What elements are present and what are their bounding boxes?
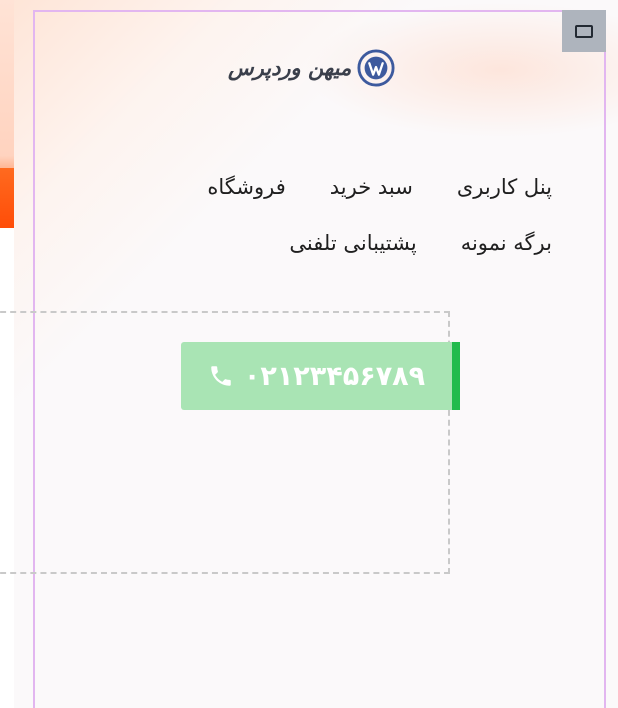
side-accent-bar (0, 168, 14, 228)
logo-wordmark: میهن وردپرس (228, 56, 352, 80)
page-canvas: میهن وردپرس پنل کاربری سبد خرید فروشگاه … (0, 0, 618, 708)
nav-item-sample-page[interactable]: برگه نمونه (461, 224, 552, 262)
nav-item-shop[interactable]: فروشگاه (207, 168, 285, 206)
phone-icon (211, 366, 231, 386)
nav-item-phone-support[interactable]: پشتیبانی تلفنی (289, 224, 416, 262)
view-toggle-button[interactable] (562, 10, 606, 52)
site-logo[interactable]: میهن وردپرس (228, 46, 412, 90)
nav-item-cart[interactable]: سبد خرید (330, 168, 413, 206)
call-button[interactable]: ۰۲۱۲۳۴۵۶۷۸۹ (181, 342, 460, 410)
wordpress-logo-icon (357, 49, 395, 87)
nav-item-user-panel[interactable]: پنل کاربری (457, 168, 552, 206)
main-navigation: پنل کاربری سبد خرید فروشگاه برگه نمونه پ… (152, 168, 552, 262)
phone-number: ۰۲۱۲۳۴۵۶۷۸۹ (243, 360, 426, 392)
window-icon (575, 24, 593, 38)
